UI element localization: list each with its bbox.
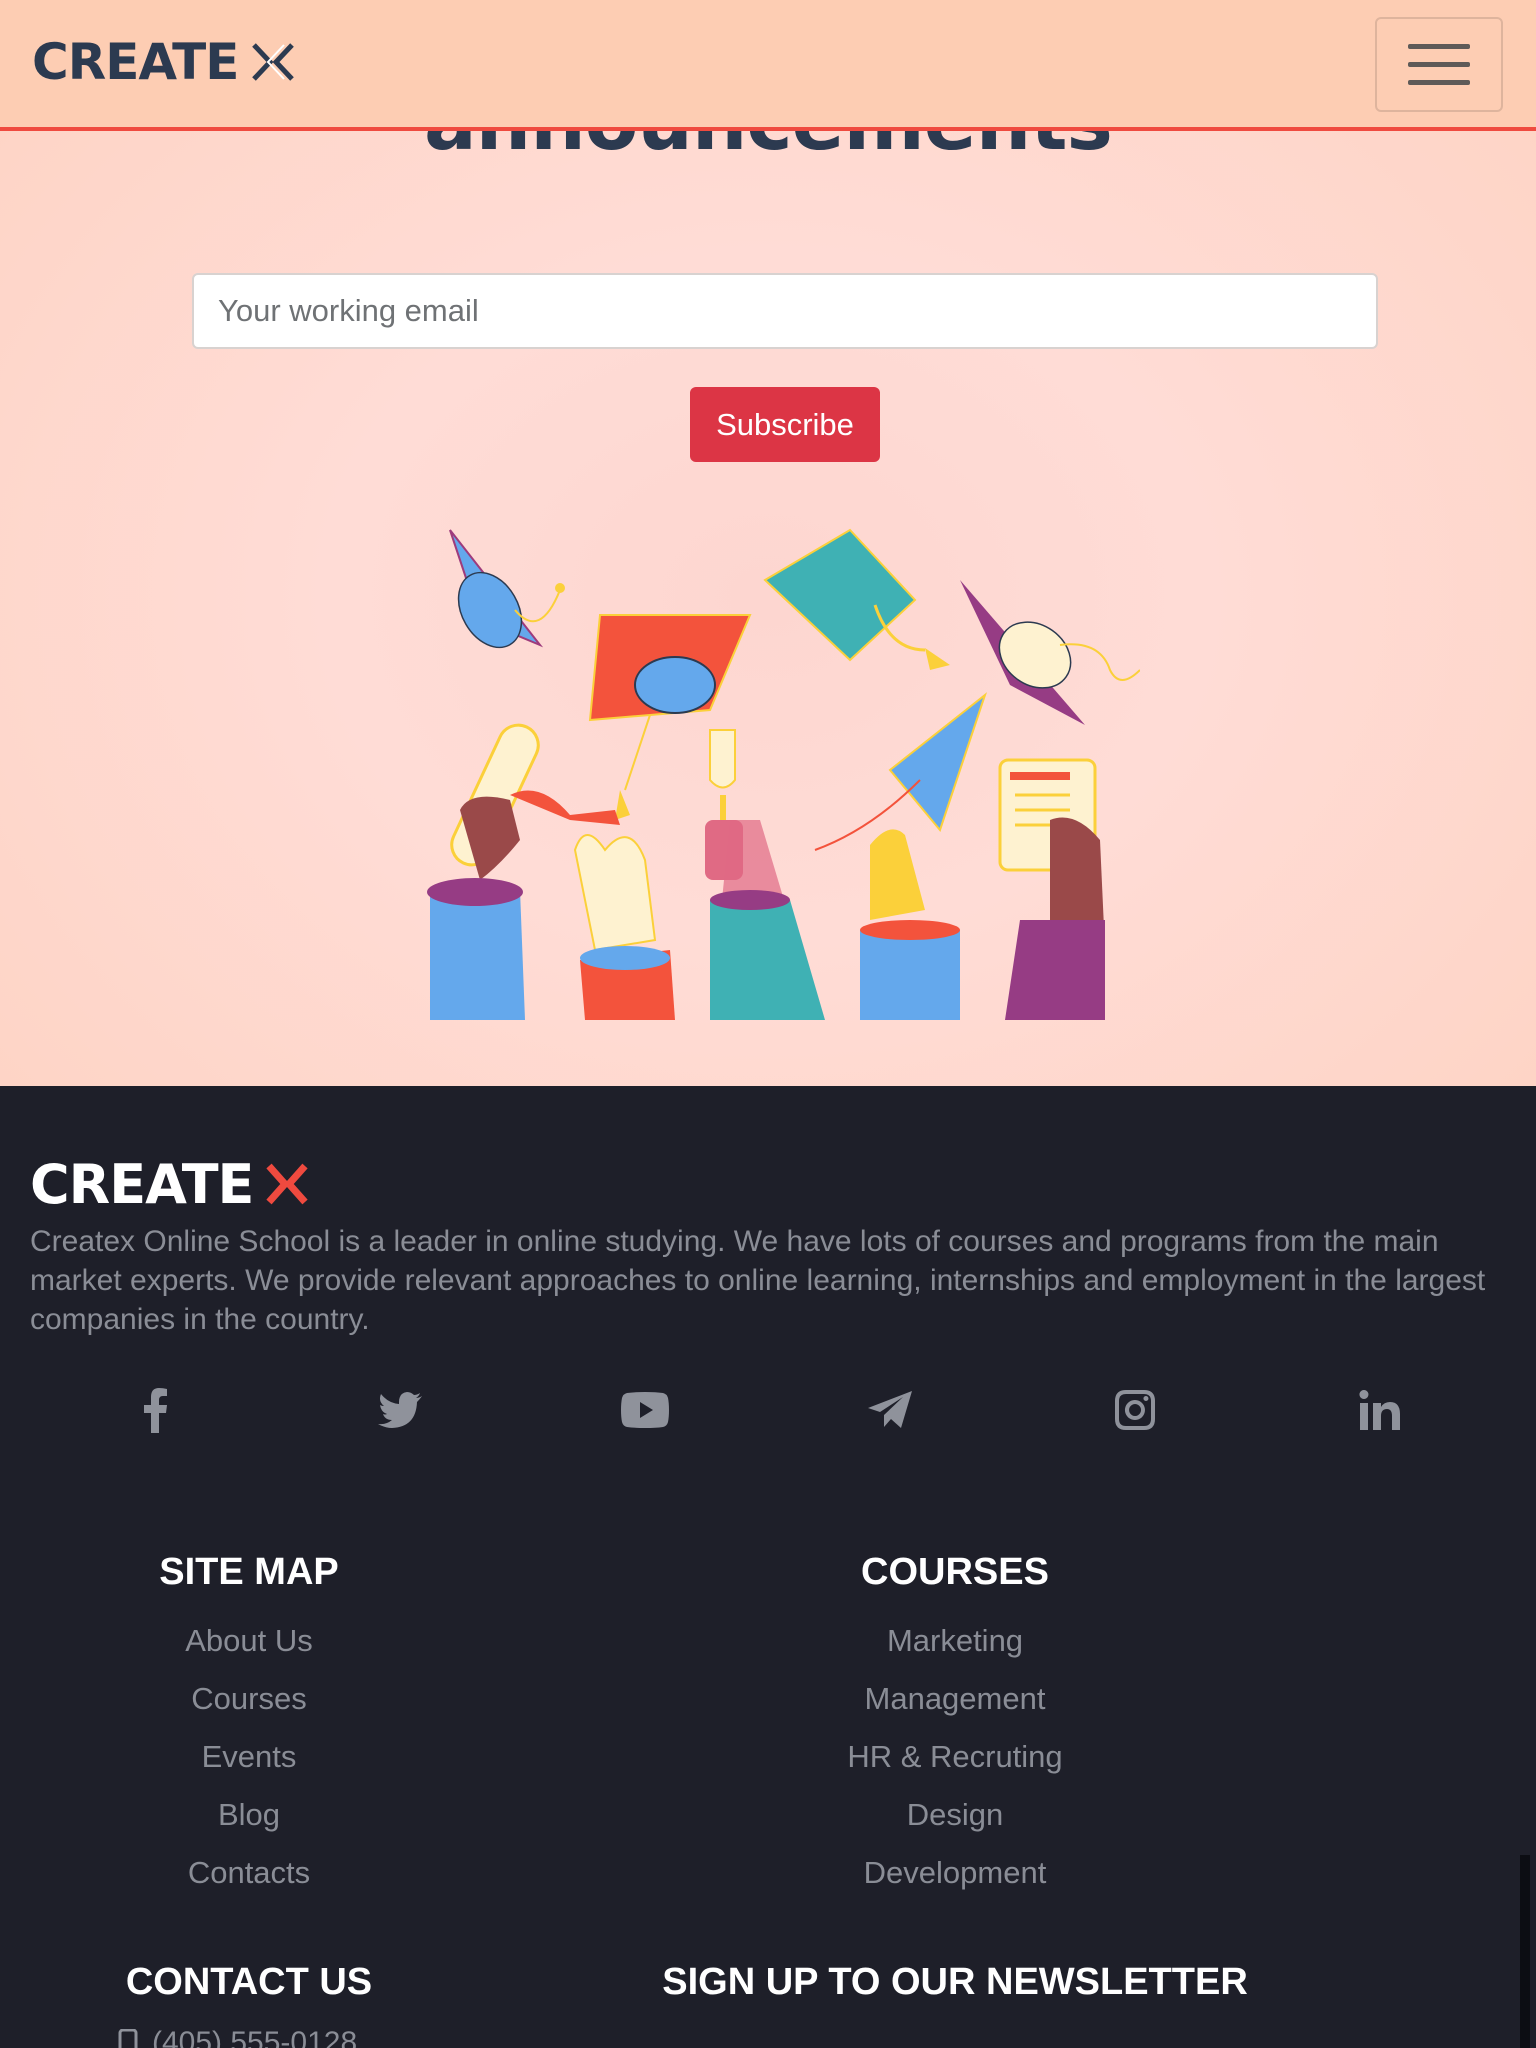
cap-blue-left [449,529,565,649]
scrollbar[interactable] [1520,1855,1530,2048]
cap-purple [960,580,1140,725]
course-link-design[interactable]: Design [755,1786,1155,1844]
site-map-link-events[interactable]: Events [89,1728,409,1786]
hand-open [573,834,675,1020]
site-map-link-courses[interactable]: Courses [89,1670,409,1728]
courses-links: Marketing Management HR & Recruting Desi… [755,1612,1155,1902]
contact-phone-number: (405) 555-0128 [152,2026,358,2048]
site-map-link-about-us[interactable]: About Us [89,1612,409,1670]
course-link-marketing[interactable]: Marketing [755,1612,1155,1670]
graduation-illustration [427,528,1140,1020]
subscribe-button[interactable]: Subscribe [690,387,880,462]
site-map-links: About Us Courses Events Blog Contacts [89,1612,409,1902]
footer-logo-x-icon [266,1163,309,1205]
top-navbar: CREATE [0,0,1536,131]
contact-phone[interactable]: (405) 555-0128 [118,2026,357,2048]
course-link-development[interactable]: Development [755,1844,1155,1902]
hamburger-line [1408,44,1470,49]
course-link-management[interactable]: Management [755,1670,1155,1728]
linkedin-icon[interactable] [1350,1380,1410,1440]
footer-description: Createx Online School is a leader in onl… [30,1225,1486,1336]
hamburger-menu-button[interactable] [1375,17,1503,112]
contact-us-title: CONTACT US [125,1961,373,2003]
hamburger-line [1408,62,1470,67]
footer-logo-text: CREATE [30,1152,254,1216]
social-links [0,1380,1536,1440]
logo-x-icon [252,43,295,81]
footer: CREATE Createx Online School is a leader… [0,1086,1536,2048]
email-input[interactable] [192,273,1378,349]
course-link-hr-recruting[interactable]: HR & Recruting [755,1728,1155,1786]
hamburger-line [1408,80,1470,85]
site-map-title: SITE MAP [159,1551,339,1593]
phone-icon [118,2029,138,2048]
site-map-link-contacts[interactable]: Contacts [89,1844,409,1902]
instagram-icon[interactable] [1105,1380,1165,1440]
cap-teal [763,528,950,670]
hand-with-cap [814,692,988,1020]
site-map-link-blog[interactable]: Blog [89,1786,409,1844]
logo-text: CREATE [32,33,239,91]
hand-with-certificate [998,758,1105,1020]
hand-with-glass [705,729,825,1020]
newsletter-title: SIGN UP TO OUR NEWSLETTER [662,1961,1248,2003]
telegram-icon[interactable] [860,1380,920,1440]
header-logo[interactable]: CREATE [32,30,296,94]
twitter-icon[interactable] [370,1380,430,1440]
footer-logo[interactable]: CREATE [30,1152,311,1216]
announcements-section: announcements Subscribe [0,0,1536,1086]
courses-title: COURSES [861,1551,1049,1593]
cap-red [588,614,752,820]
facebook-icon[interactable] [125,1380,185,1440]
youtube-icon[interactable] [615,1380,675,1440]
